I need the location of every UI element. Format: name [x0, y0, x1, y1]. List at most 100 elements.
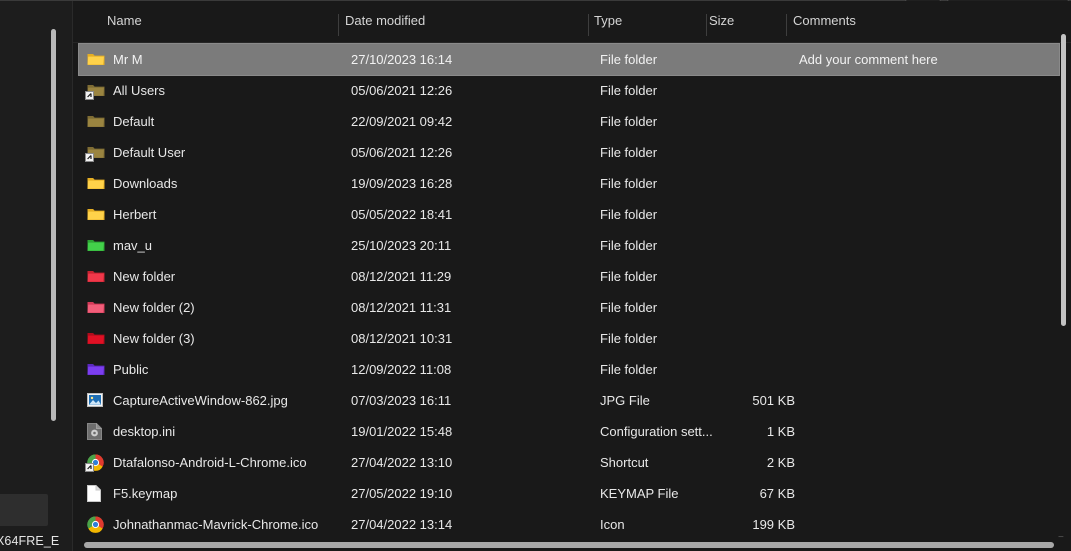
table-row[interactable]: Herbert05/05/2022 18:41File folder	[79, 199, 1059, 230]
table-row[interactable]: New folder (3)08/12/2021 10:31File folde…	[79, 323, 1059, 354]
folder-icon-yellow	[87, 175, 105, 192]
cell-size: 67 KB	[715, 478, 795, 509]
column-divider-3[interactable]	[786, 14, 787, 36]
cell-name: F5.keymap	[113, 478, 353, 509]
cell-size	[715, 44, 795, 75]
cell-comments	[799, 509, 1049, 540]
navigation-pane	[0, 1, 73, 551]
hscrollbar-right-arrow-icon[interactable]: −	[1058, 533, 1068, 543]
cell-date: 08/12/2021 11:31	[351, 292, 581, 323]
cell-name: New folder (3)	[113, 323, 353, 354]
table-row[interactable]: Mr M27/10/2023 16:14File folderAdd your …	[79, 44, 1059, 75]
column-header-comments[interactable]: Comments	[793, 13, 856, 28]
cell-comments	[799, 292, 1049, 323]
cell-name: New folder (2)	[113, 292, 353, 323]
taskbar-chip[interactable]	[0, 494, 48, 526]
cell-name: Default	[113, 106, 353, 137]
cell-size	[715, 137, 795, 168]
cell-size	[715, 292, 795, 323]
image-file-icon	[87, 392, 105, 409]
column-header-size[interactable]: Size	[709, 13, 734, 28]
folder-icon-crimson	[87, 330, 105, 347]
cell-comments	[799, 478, 1049, 509]
navigation-pane-scrollbar-thumb[interactable]	[51, 29, 56, 421]
table-row[interactable]: Default User05/06/2021 12:26File folder	[79, 137, 1059, 168]
table-row[interactable]: F5.keymap27/05/2022 19:10KEYMAP File67 K…	[79, 478, 1059, 509]
cell-name: All Users	[113, 75, 353, 106]
column-header-name[interactable]: Name	[107, 13, 142, 28]
column-header-type[interactable]: Type	[594, 13, 622, 28]
cell-comments	[799, 447, 1049, 478]
cell-name: Herbert	[113, 199, 353, 230]
table-row[interactable]: Public12/09/2022 11:08File folder	[79, 354, 1059, 385]
blank-file-icon	[87, 485, 105, 502]
cell-size	[715, 106, 795, 137]
cell-comments	[799, 137, 1049, 168]
cell-date: 22/09/2021 09:42	[351, 106, 581, 137]
folder-icon-yellow	[87, 51, 105, 68]
table-row[interactable]: Downloads19/09/2023 16:28File folder	[79, 168, 1059, 199]
folder-icon-olive-shortcut	[87, 82, 105, 99]
cell-date: 12/09/2022 11:08	[351, 354, 581, 385]
config-file-icon	[87, 423, 105, 440]
folder-icon-olive	[87, 113, 105, 130]
file-list-hscrollbar-thumb[interactable]	[84, 542, 1054, 548]
cell-date: 08/12/2021 10:31	[351, 323, 581, 354]
cell-comments	[799, 385, 1049, 416]
cell-comments	[799, 323, 1049, 354]
cell-name: Mr M	[113, 44, 353, 75]
taskbar-label: X64FRE_E	[0, 534, 59, 548]
column-divider-1[interactable]	[588, 14, 589, 36]
cell-name: desktop.ini	[113, 416, 353, 447]
folder-icon-purple	[87, 361, 105, 378]
cell-comments	[799, 230, 1049, 261]
folder-icon-olive-shortcut	[87, 144, 105, 161]
table-row[interactable]: Default22/09/2021 09:42File folder	[79, 106, 1059, 137]
column-header-date[interactable]: Date modified	[345, 13, 425, 28]
cell-date: 05/06/2021 12:26	[351, 75, 581, 106]
cell-comments: Add your comment here	[799, 44, 1049, 75]
cell-date: 27/10/2023 16:14	[351, 44, 581, 75]
cell-name: Dtafalonso-Android-L-Chrome.ico	[113, 447, 353, 478]
cell-size	[715, 354, 795, 385]
cell-date: 25/10/2023 20:11	[351, 230, 581, 261]
cell-comments	[799, 75, 1049, 106]
file-list-pane: NameDate modifiedTypeSizeComments Mr M27…	[73, 1, 1071, 551]
table-row[interactable]: Dtafalonso-Android-L-Chrome.ico27/04/202…	[79, 447, 1059, 478]
cell-comments	[799, 416, 1049, 447]
cell-date: 27/04/2022 13:10	[351, 447, 581, 478]
cell-date: 05/05/2022 18:41	[351, 199, 581, 230]
column-divider-0[interactable]	[338, 14, 339, 36]
cell-name: New folder	[113, 261, 353, 292]
table-row[interactable]: desktop.ini19/01/2022 15:48Configuration…	[79, 416, 1059, 447]
folder-icon-red	[87, 268, 105, 285]
cell-size	[715, 168, 795, 199]
chrome-shortcut-icon	[87, 454, 105, 471]
table-row[interactable]: New folder08/12/2021 11:29File folder	[79, 261, 1059, 292]
column-header-underline	[73, 42, 1071, 43]
cell-comments	[799, 168, 1049, 199]
cell-comments	[799, 354, 1049, 385]
cell-date: 27/04/2022 13:14	[351, 509, 581, 540]
folder-icon-yellow	[87, 206, 105, 223]
cell-size	[715, 261, 795, 292]
chrome-icon	[87, 516, 105, 533]
table-row[interactable]: CaptureActiveWindow-862.jpg07/03/2023 16…	[79, 385, 1059, 416]
cell-comments	[799, 106, 1049, 137]
folder-icon-green	[87, 237, 105, 254]
cell-date: 08/12/2021 11:29	[351, 261, 581, 292]
cell-size	[715, 75, 795, 106]
table-row[interactable]: mav_u25/10/2023 20:11File folder	[79, 230, 1059, 261]
table-row[interactable]: Johnathanmac-Mavrick-Chrome.ico27/04/202…	[79, 509, 1059, 540]
table-row[interactable]: New folder (2)08/12/2021 11:31File folde…	[79, 292, 1059, 323]
column-divider-2[interactable]	[706, 14, 707, 36]
file-list-vscrollbar-thumb[interactable]	[1061, 34, 1066, 326]
cell-name: Downloads	[113, 168, 353, 199]
cell-name: Johnathanmac-Mavrick-Chrome.ico	[113, 509, 353, 540]
cell-size	[715, 323, 795, 354]
cell-size	[715, 230, 795, 261]
cell-size: 1 KB	[715, 416, 795, 447]
table-row[interactable]: All Users05/06/2021 12:26File folder	[79, 75, 1059, 106]
cell-date: 05/06/2021 12:26	[351, 137, 581, 168]
cell-size: 2 KB	[715, 447, 795, 478]
